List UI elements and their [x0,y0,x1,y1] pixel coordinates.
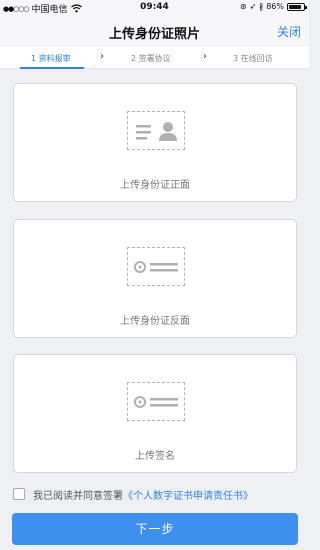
progress-steps: 1 资料报审 › 2 签署协议 › 3 在线回访 [0,47,309,69]
chevron-right-icon: › [203,51,207,62]
agreement-link[interactable]: 《个人数字证书申请责任书》 [123,487,253,502]
bluetooth-icon: ∦ [259,2,264,11]
close-button[interactable]: 关闭 [277,23,301,40]
next-button[interactable]: 下一步 [12,513,298,545]
step-1-label: 1 资料报审 [31,54,71,63]
upload-id-back-card[interactable]: 上传身份证反面 [13,219,297,338]
status-right: ⊛ ➶ ∦ 86% [239,2,307,11]
location-icon: ➶ [249,2,257,11]
agreement-checkbox[interactable] [13,488,25,500]
upload-signature-card[interactable]: 上传签名 [13,354,297,473]
active-step-underline [20,67,84,69]
card-label: 上传身份证反面 [120,316,190,327]
card-label: 上传签名 [135,451,175,462]
navigation-bar: 上传身份证照片 关闭 [0,15,309,47]
card-label: 上传身份证正面 [120,180,190,191]
id-card-front-icon [127,111,185,150]
upload-id-front-card[interactable]: 上传身份证正面 [13,83,297,202]
step-3-label: 3 在线回访 [233,54,273,63]
agreement-row: 我已阅读并同意签署 《个人数字证书申请责任书》 [13,486,253,502]
agreement-text: 我已阅读并同意签署 [33,490,123,502]
step-2-label: 2 签署协议 [131,54,171,63]
status-bar: ●●○○○ 中国电信 09:44 ⊛ ➶ ∦ 86% [0,0,309,15]
signature-icon [127,382,185,421]
battery-percent: 86% [266,2,284,11]
chevron-right-icon: › [100,51,104,62]
lock-rotation-icon: ⊛ [239,2,247,11]
page-title: 上传身份证照片 [108,27,200,42]
battery-icon [287,2,307,11]
id-card-back-icon [127,247,185,286]
